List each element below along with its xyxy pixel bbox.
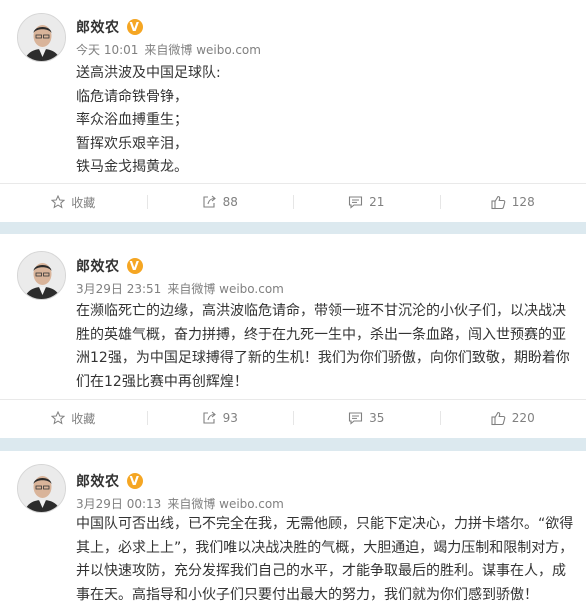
avatar[interactable] bbox=[17, 464, 66, 513]
avatar[interactable] bbox=[17, 251, 66, 300]
action-bar: 收藏 93 35 220 bbox=[0, 400, 586, 436]
favorite-label: 收藏 bbox=[71, 411, 96, 426]
repost-count: 88 bbox=[222, 195, 238, 209]
repost-icon bbox=[203, 195, 216, 208]
post-line: 率众浴血搏重生； bbox=[76, 112, 188, 128]
avatar[interactable] bbox=[17, 13, 66, 62]
like-icon bbox=[491, 411, 506, 425]
post-time[interactable]: 3月29日 23:51 bbox=[76, 282, 161, 296]
post-line: 事在天。高指导和小伙子们只要付出最大的努力，我们就为你们感到骄傲！ bbox=[76, 586, 538, 603]
like-icon bbox=[491, 195, 506, 209]
post-meta: 3月29日 23:51 来自微博 weibo.com bbox=[76, 280, 284, 297]
author-name[interactable]: 郎效农 V bbox=[76, 471, 143, 491]
repost-count: 93 bbox=[222, 411, 238, 425]
favorite-label: 收藏 bbox=[71, 195, 96, 210]
post-source[interactable]: 来自微博 weibo.com bbox=[144, 43, 261, 57]
comment-icon bbox=[349, 196, 363, 209]
post-time[interactable]: 3月29日 00:13 bbox=[76, 497, 161, 511]
post-meta: 今天 10:01 来自微博 weibo.com bbox=[76, 41, 261, 58]
post-card: 郎效农 V 3月29日 23:51 来自微博 weibo.com 在濒临死亡的边缘，… bbox=[0, 234, 586, 438]
verified-icon: V bbox=[126, 258, 143, 274]
post-source[interactable]: 来自微博 weibo.com bbox=[167, 282, 284, 296]
post-line: 洲12强，为中国足球搏得了新的生机！我们为你们骄傲，向你们致敬，期盼着你 bbox=[76, 350, 570, 366]
post-source[interactable]: 来自微博 weibo.com bbox=[167, 497, 284, 511]
post-line: 们在12强比赛中再创辉煌！ bbox=[76, 373, 248, 390]
post-meta: 3月29日 00:13 来自微博 weibo.com bbox=[76, 495, 284, 512]
post-line: 暂挥欢乐艰辛泪， bbox=[76, 135, 188, 152]
favorite-button[interactable]: 收藏 bbox=[0, 400, 147, 436]
comment-count: 21 bbox=[369, 195, 385, 209]
comment-button[interactable]: 21 bbox=[293, 184, 440, 220]
post-line: 并以快速攻防，充分发挥我们自己的水平，才能争取最后的胜利。谋事在人，成 bbox=[76, 563, 566, 579]
post-line: 胜的英雄气概，奋力拼搏，终于在九死一生中，杀出一条血路，闯入世预赛的亚 bbox=[76, 326, 566, 343]
like-count: 128 bbox=[511, 195, 535, 209]
author-name[interactable]: 郎效农 V bbox=[76, 17, 143, 37]
post-card: 郎效农 V 今天 10:01 来自微博 weibo.com 送高洪波及中国足球队: … bbox=[0, 0, 586, 222]
post-text: 中国队可否出线，已不完全在我，无需他顾，只能下定决心，力拼卡塔尔。“欲得 其上，… bbox=[76, 513, 576, 605]
like-count: 220 bbox=[511, 411, 535, 425]
post-line: 中国队可否出线，已不完全在我，无需他顾，只能下定决心，力拼卡塔尔。“欲得 bbox=[76, 516, 574, 532]
comment-count: 35 bbox=[369, 411, 385, 425]
post-line: 铁马金戈揭黄龙。 bbox=[76, 159, 188, 175]
post-line: 临危请命铁骨铮， bbox=[76, 88, 188, 105]
post-text: 在濒临死亡的边缘，高洪波临危请命，带领一班不甘沉沦的小伙子们，以决战决 胜的英雄… bbox=[76, 300, 576, 394]
like-button[interactable]: 128 bbox=[439, 184, 586, 220]
repost-button[interactable]: 93 bbox=[146, 400, 294, 436]
post-line: 送高洪波及中国足球队: bbox=[76, 65, 221, 81]
star-icon bbox=[51, 195, 66, 209]
repost-icon bbox=[203, 411, 216, 424]
post-card: 郎效农 V 3月29日 00:13 来自微博 weibo.com 中国队可否出线，已… bbox=[0, 451, 586, 605]
repost-button[interactable]: 88 bbox=[146, 184, 294, 220]
post-line: 其上，必求上上”，我们唯以决战决胜的气概，大胆通迫，竭力压制和限制对方， bbox=[76, 539, 574, 556]
verified-icon: V bbox=[126, 473, 143, 489]
author-name[interactable]: 郎效农 V bbox=[76, 256, 143, 276]
star-icon bbox=[51, 411, 66, 425]
like-button[interactable]: 220 bbox=[439, 400, 586, 436]
post-text: 送高洪波及中国足球队: 临危请命铁骨铮， 率众浴血搏重生； 暂挥欢乐艰辛泪， 铁… bbox=[76, 62, 576, 180]
post-line: 在濒临死亡的边缘，高洪波临危请命，带领一班不甘沉沦的小伙子们，以决战决 bbox=[76, 303, 566, 319]
action-bar: 收藏 88 21 128 bbox=[0, 184, 586, 220]
verified-icon: V bbox=[126, 19, 143, 35]
post-time[interactable]: 今天 10:01 bbox=[76, 43, 138, 57]
favorite-button[interactable]: 收藏 bbox=[0, 184, 147, 220]
comment-icon bbox=[349, 412, 363, 425]
comment-button[interactable]: 35 bbox=[293, 400, 440, 436]
